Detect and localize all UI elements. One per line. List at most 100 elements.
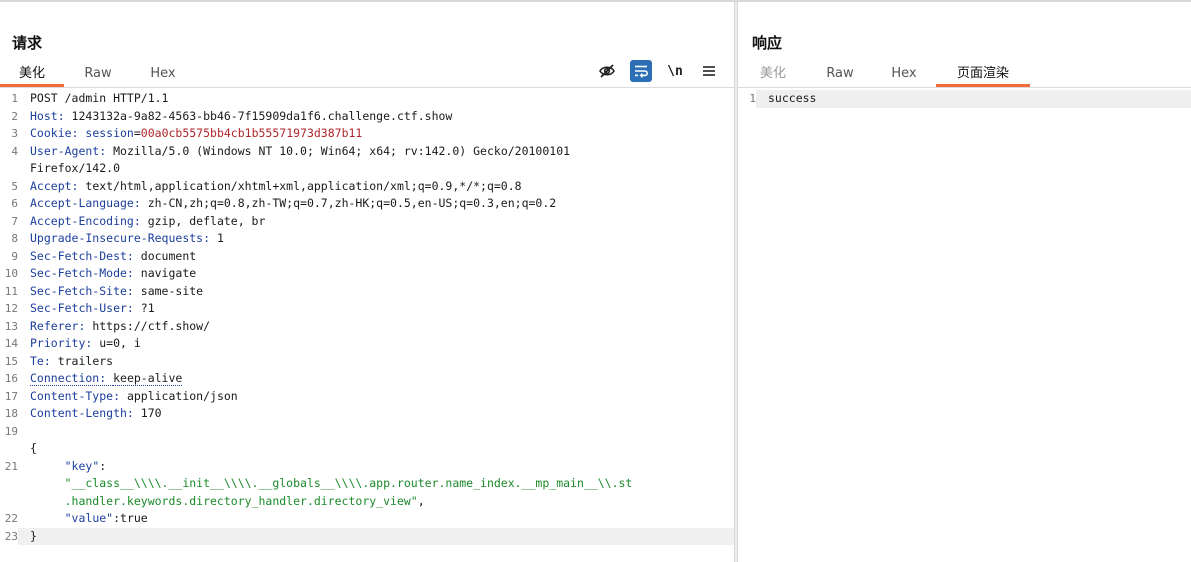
code-token: ?1 xyxy=(140,301,155,315)
code-line: 23} xyxy=(0,527,734,545)
code-token: Upgrade-Insecure-Requests: xyxy=(30,231,217,245)
line-content: Accept-Encoding: gzip, deflate, br xyxy=(18,213,734,231)
code-line: 19 xyxy=(0,423,734,441)
line-number: 11 xyxy=(4,284,18,298)
wrap-lines-svg xyxy=(635,65,648,78)
response-editor[interactable]: 1 success xyxy=(738,90,1191,562)
response-pane: 响应 美化 Raw Hex 页面渲染 1 success xyxy=(738,2,1191,562)
line-number: 1 xyxy=(11,92,18,105)
code-line: 16 Connection: keep-alive xyxy=(0,370,734,388)
code-token: User-Agent: xyxy=(30,143,114,158)
response-tab-render[interactable]: 页面渲染 xyxy=(936,64,1030,87)
request-tab-pretty[interactable]: 美化 xyxy=(0,64,64,87)
code-line: 15 Te: trailers xyxy=(0,353,734,371)
line-content: } xyxy=(18,527,734,545)
code-line: 7 Accept-Encoding: gzip, deflate, br xyxy=(0,213,734,231)
code-token: Content-Length: xyxy=(30,406,141,420)
code-line: 14 Priority: u=0, i xyxy=(0,335,734,353)
code-line: 2 Host: 1243132a-9a82-4563-bb46-7f15909da… xyxy=(0,108,734,126)
code-token: Mozilla/5.0 (Windows NT 10.0; Win64; x64… xyxy=(113,143,571,158)
line-content: Sec-Fetch-Dest: document xyxy=(18,248,734,266)
code-token: { xyxy=(30,441,37,455)
code-token: Accept: xyxy=(30,178,86,193)
code-line: 12 Sec-Fetch-User: ?1 xyxy=(0,300,734,318)
code-token: Content-Type: xyxy=(30,388,127,403)
code-token: } xyxy=(30,528,37,543)
wrap-lines-icon[interactable] xyxy=(630,60,652,82)
menu-icon[interactable] xyxy=(698,60,720,82)
code-line: { xyxy=(0,440,734,458)
code-token: = xyxy=(133,126,141,140)
line-number: 10 xyxy=(4,267,18,280)
code-line: 10 Sec-Fetch-Mode: navigate xyxy=(0,265,734,283)
line-content: Sec-Fetch-Site: same-site xyxy=(18,283,734,301)
code-line: Firefox/142.0 xyxy=(0,160,734,178)
line-number xyxy=(0,493,18,511)
line-number: 1 xyxy=(749,92,756,105)
code-line: 1 POST /admin HTTP/1.1 xyxy=(0,90,734,108)
code-token: text/html,application/xhtml+xml,applicat… xyxy=(85,178,522,193)
code-token: Host: xyxy=(30,108,72,123)
newline-toggle[interactable]: \n xyxy=(664,60,686,82)
code-line: 9 Sec-Fetch-Dest: document xyxy=(0,248,734,266)
line-number: 14 xyxy=(4,337,18,350)
response-title: 响应 xyxy=(752,34,783,52)
response-tab-pretty[interactable]: 美化 xyxy=(738,64,808,87)
line-number: 22 xyxy=(4,512,18,525)
request-tabs: 美化 Raw Hex xyxy=(0,64,194,88)
request-title: 请求 xyxy=(12,34,43,52)
line-content: Firefox/142.0 xyxy=(18,160,734,178)
request-pane: 请求 美化 Raw Hex \n 1 POST /admin HTTP/1.1 … xyxy=(0,2,734,562)
code-token: document xyxy=(140,248,197,263)
line-number xyxy=(0,440,18,458)
code-token: navigate xyxy=(140,266,197,280)
line-number xyxy=(0,475,18,493)
line-number: 15 xyxy=(4,354,18,368)
line-content: Sec-Fetch-User: ?1 xyxy=(18,300,734,318)
line-content: { xyxy=(18,440,734,458)
code-token: 170 xyxy=(140,406,162,420)
line-content: Referer: https://ctf.show/ xyxy=(18,318,734,336)
code-token: application/json xyxy=(126,388,238,403)
code-token: Te: xyxy=(30,353,58,368)
eye-slash-svg xyxy=(599,64,615,78)
code-token: Accept-Encoding: xyxy=(30,213,148,228)
request-tabbar-divider xyxy=(0,87,734,88)
eye-slash-icon[interactable] xyxy=(596,60,618,82)
code-token: u=0, i xyxy=(99,336,141,350)
code-token: , xyxy=(417,493,425,508)
code-line: 6 Accept-Language: zh-CN,zh;q=0.8,zh-TW;q… xyxy=(0,195,734,213)
code-line: 11 Sec-Fetch-Site: same-site xyxy=(0,283,734,301)
code-token: "key" xyxy=(64,458,100,473)
code-line: 8 Upgrade-Insecure-Requests: 1 xyxy=(0,230,734,248)
response-tab-raw[interactable]: Raw xyxy=(808,64,872,87)
code-token: Sec-Fetch-Mode: xyxy=(30,266,141,280)
code-line: "__class__\\\\.__init__\\\\.__globals__\… xyxy=(0,475,734,493)
code-line: 3 Cookie: session=00a0cb5575bb4cb1b555719… xyxy=(0,125,734,143)
line-number: 8 xyxy=(11,232,18,245)
line-content xyxy=(18,423,734,441)
line-content: Accept: text/html,application/xhtml+xml,… xyxy=(18,178,734,196)
response-tab-hex[interactable]: Hex xyxy=(872,64,936,87)
line-number: 7 xyxy=(11,214,18,228)
code-token: Cookie: xyxy=(30,126,86,140)
line-content: Te: trailers xyxy=(18,353,734,371)
code-token: 1243132a-9a82-4563-bb46-7f15909da1f6.cha… xyxy=(71,108,453,123)
code-line: 4 User-Agent: Mozilla/5.0 (Windows NT 10.… xyxy=(0,143,734,161)
line-content: Sec-Fetch-Mode: navigate xyxy=(18,265,734,283)
code-token: https://ctf.show/ xyxy=(92,318,211,333)
line-content: User-Agent: Mozilla/5.0 (Windows NT 10.0… xyxy=(18,143,734,161)
code-token: : xyxy=(99,458,107,473)
code-line: 17 Content-Type: application/json xyxy=(0,388,734,406)
request-tab-raw[interactable]: Raw xyxy=(64,64,132,87)
line-content: Upgrade-Insecure-Requests: 1 xyxy=(18,230,734,248)
line-number: 9 xyxy=(11,249,18,263)
request-tab-hex[interactable]: Hex xyxy=(132,64,194,87)
request-editor[interactable]: 1 POST /admin HTTP/1.1 2 Host: 1243132a-9a8… xyxy=(0,90,734,562)
line-number: 3 xyxy=(11,127,18,140)
line-number: 16 xyxy=(4,372,18,385)
menu-svg xyxy=(703,66,715,76)
code-token: Sec-Fetch-Dest: xyxy=(30,248,141,263)
